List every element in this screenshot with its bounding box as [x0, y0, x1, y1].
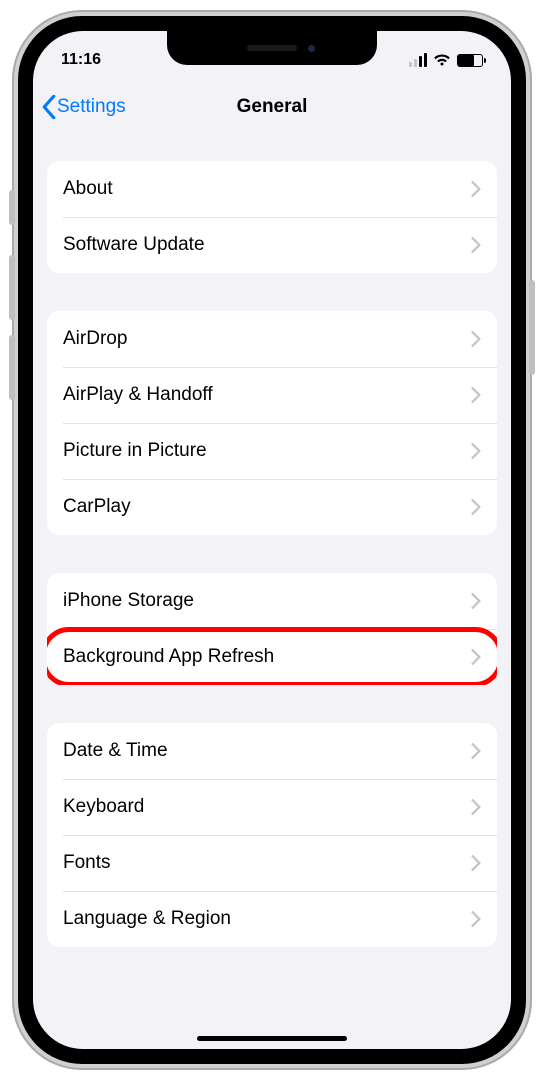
- volume-down-button: [9, 335, 15, 400]
- home-indicator[interactable]: [197, 1036, 347, 1041]
- row-airplay-handoff[interactable]: AirPlay & Handoff: [47, 367, 497, 423]
- row-picture-in-picture[interactable]: Picture in Picture: [47, 423, 497, 479]
- row-label: Software Update: [63, 234, 205, 256]
- row-label: Keyboard: [63, 796, 144, 818]
- phone-frame: 11:16 Settings General About Software Upd…: [12, 10, 532, 1070]
- settings-group: Date & Time Keyboard Fonts Language & Regio…: [47, 723, 497, 947]
- row-label: CarPlay: [63, 496, 131, 518]
- notch: [167, 31, 377, 65]
- settings-group: iPhone Storage Background App Refresh: [47, 573, 497, 685]
- chevron-right-icon: [471, 855, 481, 871]
- cellular-signal-icon: [409, 53, 427, 67]
- chevron-left-icon: [41, 95, 57, 119]
- back-label: Settings: [57, 96, 126, 118]
- status-time: 11:16: [61, 51, 101, 69]
- settings-group: About Software Update: [47, 161, 497, 273]
- row-fonts[interactable]: Fonts: [47, 835, 497, 891]
- row-software-update[interactable]: Software Update: [47, 217, 497, 273]
- row-keyboard[interactable]: Keyboard: [47, 779, 497, 835]
- chevron-right-icon: [471, 799, 481, 815]
- chevron-right-icon: [471, 911, 481, 927]
- volume-up-button: [9, 255, 15, 320]
- row-label: Background App Refresh: [63, 646, 274, 668]
- screen: 11:16 Settings General About Software Upd…: [33, 31, 511, 1049]
- row-label: Picture in Picture: [63, 440, 207, 462]
- row-background-app-refresh[interactable]: Background App Refresh: [47, 629, 497, 685]
- row-carplay[interactable]: CarPlay: [47, 479, 497, 535]
- row-label: Language & Region: [63, 908, 231, 930]
- mute-switch: [9, 190, 15, 225]
- power-button: [529, 280, 535, 375]
- chevron-right-icon: [471, 443, 481, 459]
- battery-icon: [457, 54, 483, 67]
- row-label: AirPlay & Handoff: [63, 384, 213, 406]
- back-button[interactable]: Settings: [41, 95, 126, 119]
- row-airdrop[interactable]: AirDrop: [47, 311, 497, 367]
- row-label: Fonts: [63, 852, 111, 874]
- row-label: About: [63, 178, 113, 200]
- settings-group: AirDrop AirPlay & Handoff Picture in Pictu…: [47, 311, 497, 535]
- row-date-time[interactable]: Date & Time: [47, 723, 497, 779]
- row-language-region[interactable]: Language & Region: [47, 891, 497, 947]
- chevron-right-icon: [471, 237, 481, 253]
- row-label: iPhone Storage: [63, 590, 194, 612]
- row-label: Date & Time: [63, 740, 168, 762]
- row-label: AirDrop: [63, 328, 127, 350]
- nav-bar: Settings General: [33, 81, 511, 133]
- chevron-right-icon: [471, 743, 481, 759]
- chevron-right-icon: [471, 181, 481, 197]
- chevron-right-icon: [471, 649, 481, 665]
- chevron-right-icon: [471, 387, 481, 403]
- chevron-right-icon: [471, 499, 481, 515]
- chevron-right-icon: [471, 331, 481, 347]
- wifi-icon: [433, 53, 451, 67]
- row-about[interactable]: About: [47, 161, 497, 217]
- chevron-right-icon: [471, 593, 481, 609]
- settings-list[interactable]: About Software Update AirDrop AirPlay & Han…: [33, 161, 511, 947]
- row-iphone-storage[interactable]: iPhone Storage: [47, 573, 497, 629]
